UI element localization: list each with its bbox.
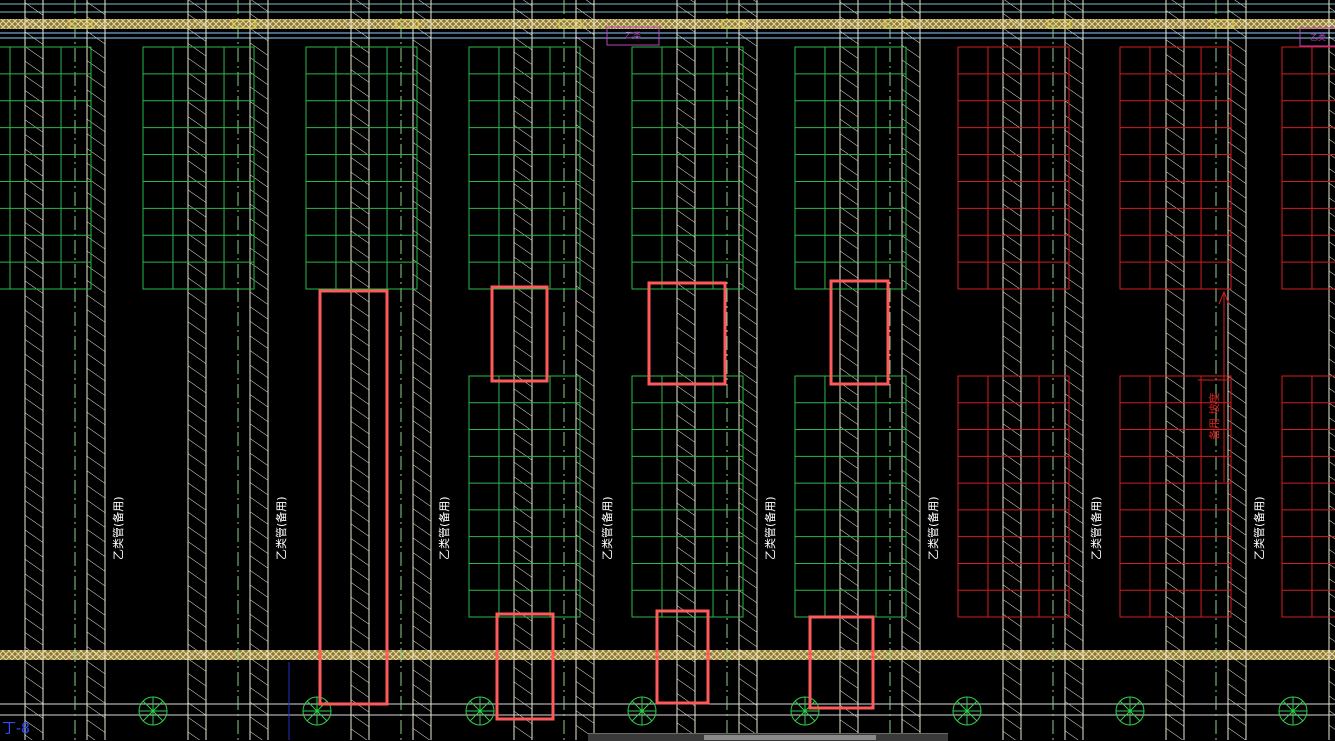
hatched-pipe — [25, 0, 43, 740]
tag-right: 乙类 — [1310, 32, 1326, 42]
slope-label: 备用 坡度 — [1207, 393, 1221, 441]
column-label: 乙类管(备用) — [1089, 496, 1103, 560]
column-label: 乙类管(备用) — [1252, 496, 1266, 560]
column-label: 乙类管(备用) — [600, 496, 614, 560]
cad-drawing-canvas[interactable]: 乙类管(备用) 乙类管(备用) 乙类管(备用) 乙类管(备用) 乙类管(备用) 乙类管(备… — [0, 0, 1335, 740]
hatched-pipe — [87, 0, 105, 740]
hatched-pipe — [514, 0, 532, 740]
tag-left: 乙类 — [625, 30, 641, 40]
scrollbar-thumb[interactable] — [704, 735, 876, 740]
hatched-pipe — [677, 0, 695, 740]
hatched-pipe — [413, 0, 431, 740]
corner-label: 丁-8 — [2, 721, 30, 737]
hatched-pipe — [576, 0, 594, 740]
column-label: 乙类管(备用) — [274, 496, 288, 560]
hatched-pipe — [1065, 0, 1083, 740]
column-label: 乙类管(备用) — [437, 496, 451, 560]
hatched-pipe — [250, 0, 268, 740]
hatched-pipe — [1329, 0, 1335, 740]
column-label: 乙类管(备用) — [763, 496, 777, 560]
hatched-pipe — [739, 0, 757, 740]
column-label: 乙类管(备用) — [926, 496, 940, 560]
hatched-pipe — [1003, 0, 1021, 740]
hatched-pipe — [902, 0, 920, 740]
column-label: 乙类管(备用) — [111, 496, 125, 560]
hatched-pipe — [351, 0, 369, 740]
hatched-pipe — [188, 0, 206, 740]
hatched-pipe — [840, 0, 858, 740]
hatched-pipe — [1166, 0, 1184, 740]
